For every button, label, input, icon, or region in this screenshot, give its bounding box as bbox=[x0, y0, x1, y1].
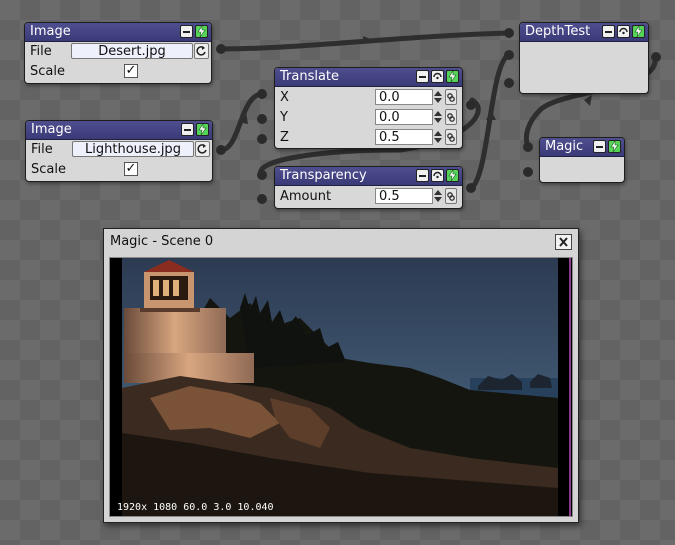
lightning-icon[interactable] bbox=[446, 70, 459, 83]
image-node-lighthouse[interactable]: Image File Lighthouse.jpg Scale ✓ bbox=[25, 120, 213, 182]
lightning-icon[interactable] bbox=[608, 140, 621, 153]
lightning-icon[interactable] bbox=[446, 169, 459, 182]
node-title: DepthTest bbox=[525, 24, 591, 39]
minimize-icon[interactable] bbox=[180, 25, 193, 38]
preview-window[interactable]: Magic - Scene 0 1920x 1080 60.0 3.0 10.0… bbox=[103, 228, 579, 523]
link-icon[interactable] bbox=[445, 109, 457, 125]
node-title: Transparency bbox=[280, 168, 367, 183]
camera-icon[interactable] bbox=[617, 25, 630, 38]
close-icon[interactable] bbox=[555, 234, 572, 250]
node-title: Image bbox=[30, 24, 71, 39]
input-socket[interactable] bbox=[257, 89, 267, 99]
node-title: Translate bbox=[280, 69, 340, 84]
lighthouse-image bbox=[110, 258, 572, 516]
wire-transparency-to-depthtest bbox=[469, 51, 513, 191]
image-node-desert[interactable]: Image File Desert.jpg Scale ✓ bbox=[24, 22, 212, 84]
refresh-icon[interactable] bbox=[194, 43, 209, 59]
param-label-z: Z bbox=[280, 130, 289, 145]
output-socket[interactable] bbox=[216, 44, 226, 54]
scale-checkbox[interactable]: ✓ bbox=[124, 162, 138, 176]
node-header[interactable]: Transparency bbox=[275, 167, 462, 186]
file-label: File bbox=[30, 44, 52, 59]
lightning-icon[interactable] bbox=[196, 123, 209, 136]
render-viewport[interactable]: 1920x 1080 60.0 3.0 10.040 bbox=[109, 257, 573, 517]
refresh-icon[interactable] bbox=[195, 141, 210, 157]
translate-node[interactable]: Translate X 0.0 Y 0.0 Z 0.5 bbox=[274, 67, 463, 149]
lightning-icon[interactable] bbox=[195, 25, 208, 38]
lightning-icon[interactable] bbox=[632, 25, 645, 38]
spinner-icon[interactable] bbox=[433, 129, 443, 145]
window-title: Magic - Scene 0 bbox=[110, 234, 214, 249]
node-header[interactable]: Image bbox=[26, 121, 212, 140]
input-socket[interactable] bbox=[257, 114, 267, 124]
node-title: Magic bbox=[545, 139, 584, 154]
node-header[interactable]: DepthTest bbox=[520, 23, 648, 42]
node-title: Image bbox=[31, 122, 72, 137]
spinner-icon[interactable] bbox=[433, 109, 443, 125]
node-header[interactable]: Image bbox=[25, 23, 211, 42]
minimize-icon[interactable] bbox=[181, 123, 194, 136]
output-socket[interactable] bbox=[651, 52, 661, 62]
param-input-x[interactable]: 0.0 bbox=[375, 89, 433, 105]
param-label-x: X bbox=[280, 90, 289, 105]
input-socket[interactable] bbox=[523, 142, 533, 152]
magic-node[interactable]: Magic bbox=[539, 137, 625, 183]
scale-label: Scale bbox=[30, 64, 65, 79]
transparency-node[interactable]: Transparency Amount 0.5 bbox=[274, 166, 463, 209]
scale-checkbox[interactable]: ✓ bbox=[124, 64, 138, 78]
minimize-icon[interactable] bbox=[593, 140, 606, 153]
input-socket[interactable] bbox=[504, 28, 514, 38]
scale-label: Scale bbox=[31, 162, 66, 177]
input-socket[interactable] bbox=[504, 78, 514, 88]
camera-icon[interactable] bbox=[431, 169, 444, 182]
spinner-icon[interactable] bbox=[433, 89, 443, 105]
node-header[interactable]: Translate bbox=[275, 68, 462, 87]
depthtest-node[interactable]: DepthTest bbox=[519, 22, 649, 94]
file-field[interactable]: Desert.jpg bbox=[71, 43, 193, 59]
render-stats: 1920x 1080 60.0 3.0 10.040 bbox=[117, 502, 274, 513]
input-socket[interactable] bbox=[257, 134, 267, 144]
file-field[interactable]: Lighthouse.jpg bbox=[72, 141, 194, 157]
link-icon[interactable] bbox=[445, 129, 457, 145]
link-icon[interactable] bbox=[445, 188, 457, 204]
minimize-icon[interactable] bbox=[416, 70, 429, 83]
output-socket[interactable] bbox=[466, 100, 476, 110]
param-label-y: Y bbox=[280, 110, 288, 125]
spinner-icon[interactable] bbox=[433, 188, 443, 204]
output-socket[interactable] bbox=[216, 145, 226, 155]
input-socket[interactable] bbox=[257, 170, 267, 180]
minimize-icon[interactable] bbox=[416, 169, 429, 182]
input-socket[interactable] bbox=[523, 167, 533, 177]
file-label: File bbox=[31, 142, 53, 157]
wire-arrow bbox=[486, 110, 496, 120]
amount-label: Amount bbox=[280, 189, 332, 204]
output-socket[interactable] bbox=[466, 183, 476, 193]
camera-icon[interactable] bbox=[431, 70, 444, 83]
wire-arrow bbox=[584, 95, 592, 106]
amount-input[interactable]: 0.5 bbox=[375, 188, 433, 204]
node-header[interactable]: Magic bbox=[540, 138, 624, 157]
minimize-icon[interactable] bbox=[602, 25, 615, 38]
param-input-z[interactable]: 0.5 bbox=[375, 129, 433, 145]
input-socket[interactable] bbox=[504, 50, 514, 60]
link-icon[interactable] bbox=[445, 89, 457, 105]
param-input-y[interactable]: 0.0 bbox=[375, 109, 433, 125]
input-socket[interactable] bbox=[257, 194, 267, 204]
